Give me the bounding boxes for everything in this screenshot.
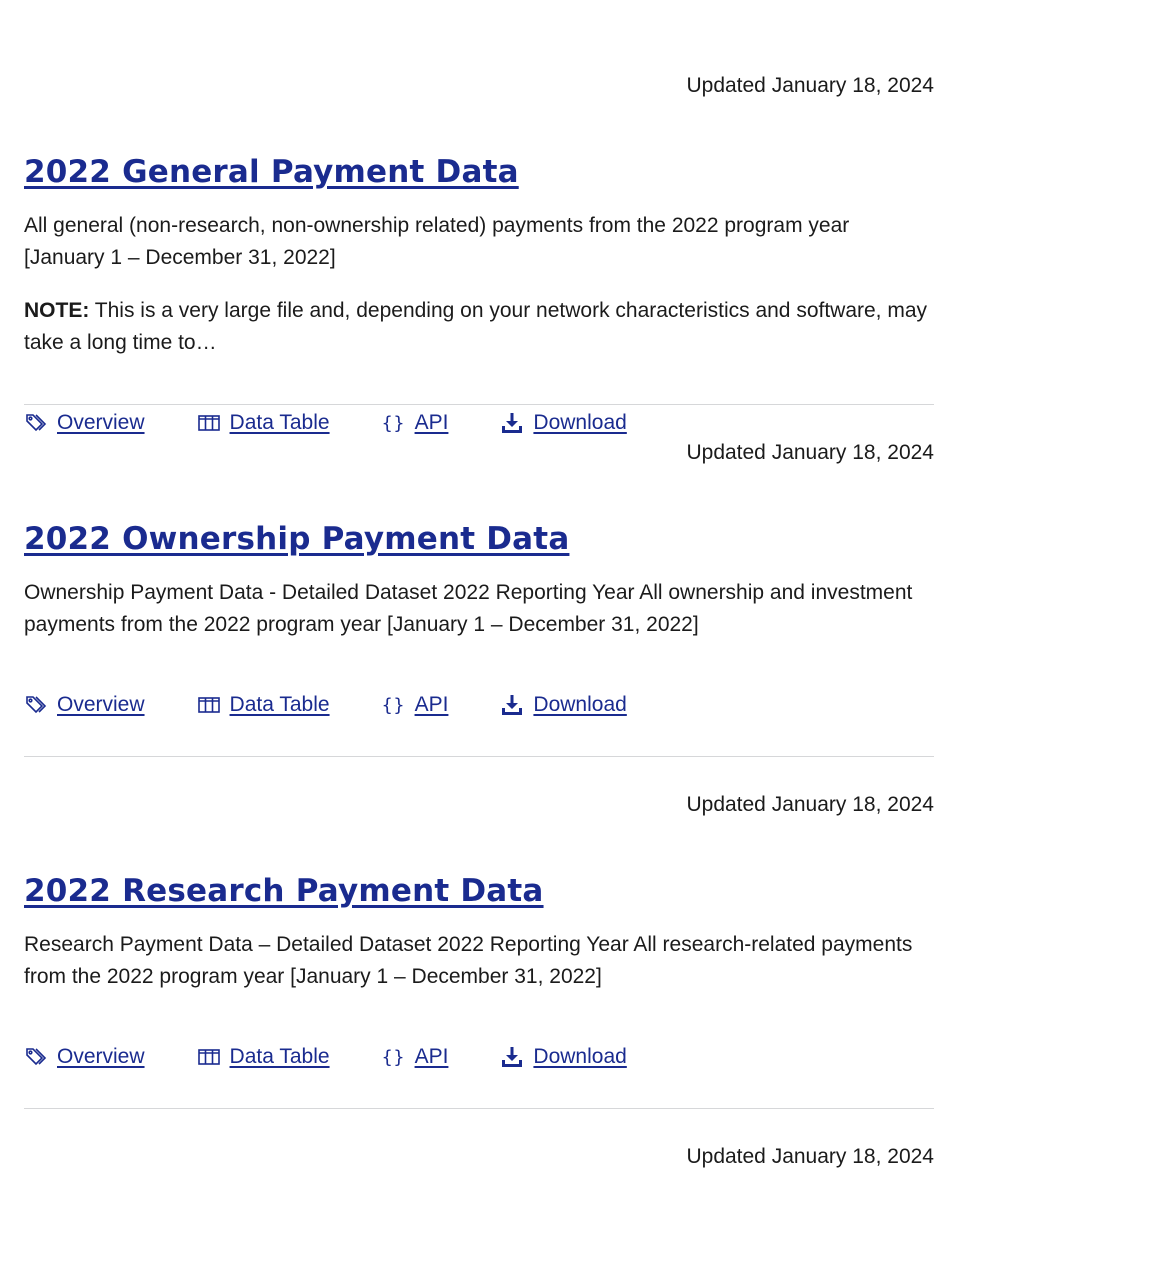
dataset-actions: Overview Data Table {} API Download: [24, 1041, 934, 1073]
note-text: This is a very large file and, depending…: [24, 299, 928, 354]
overview-link[interactable]: Overview: [24, 1045, 145, 1069]
note-label: NOTE:: [24, 299, 90, 322]
dataset-title-link[interactable]: 2022 Ownership Payment Data: [24, 521, 569, 557]
updated-date: Updated January 18, 2024: [686, 1145, 934, 1168]
data-table-link[interactable]: Data Table: [197, 1045, 330, 1069]
overview-link[interactable]: Overview: [24, 693, 145, 717]
dataset-title-link[interactable]: 2022 General Payment Data: [24, 154, 519, 190]
curly-braces-icon: {}: [381, 694, 406, 716]
tag-icon: [24, 693, 48, 717]
updated-date: Updated January 18, 2024: [686, 793, 934, 816]
download-label: Download: [533, 1045, 627, 1068]
table-columns-icon: [197, 1045, 221, 1069]
overview-label: Overview: [57, 1045, 145, 1068]
curly-braces-icon: {}: [381, 1046, 406, 1068]
data-table-link[interactable]: Data Table: [197, 693, 330, 717]
download-link[interactable]: Download: [500, 1045, 627, 1069]
data-table-label: Data Table: [229, 693, 330, 716]
api-link[interactable]: {} API: [382, 1045, 449, 1069]
dataset-card-general: Updated January 18, 2024 2022 General Pa…: [24, 0, 934, 434]
download-icon: [500, 1045, 524, 1069]
api-label: API: [414, 1045, 449, 1068]
dataset-description: All general (non-research, non-ownership…: [24, 214, 850, 269]
dataset-actions: Overview Data Table {} API Download: [24, 689, 934, 721]
tag-icon: [24, 1045, 48, 1069]
dataset-card-next: Updated January 18, 2024: [24, 1109, 934, 1173]
table-columns-icon: [197, 693, 221, 717]
download-link[interactable]: Download: [500, 693, 627, 717]
dataset-note: NOTE: This is a very large file and, dep…: [24, 295, 934, 359]
dataset-description: Ownership Payment Data - Detailed Datase…: [24, 581, 913, 636]
download-icon: [500, 693, 524, 717]
dataset-title: 2022 Research Payment Data: [24, 871, 934, 911]
dataset-card-ownership: Updated January 18, 2024 2022 Ownership …: [24, 405, 934, 757]
overview-label: Overview: [57, 693, 145, 716]
dataset-description: Research Payment Data – Detailed Dataset…: [24, 933, 913, 988]
dataset-title: 2022 General Payment Data: [24, 152, 934, 192]
download-label: Download: [533, 693, 627, 716]
updated-date: Updated January 18, 2024: [686, 74, 934, 97]
data-table-label: Data Table: [229, 1045, 330, 1068]
dataset-list: Updated January 18, 2024 2022 General Pa…: [24, 0, 934, 1173]
api-link[interactable]: {} API: [382, 693, 449, 717]
dataset-card-research: Updated January 18, 2024 2022 Research P…: [24, 757, 934, 1109]
dataset-title-link[interactable]: 2022 Research Payment Data: [24, 873, 544, 909]
updated-date: Updated January 18, 2024: [686, 441, 934, 464]
dataset-title: 2022 Ownership Payment Data: [24, 519, 934, 559]
api-label: API: [414, 693, 449, 716]
